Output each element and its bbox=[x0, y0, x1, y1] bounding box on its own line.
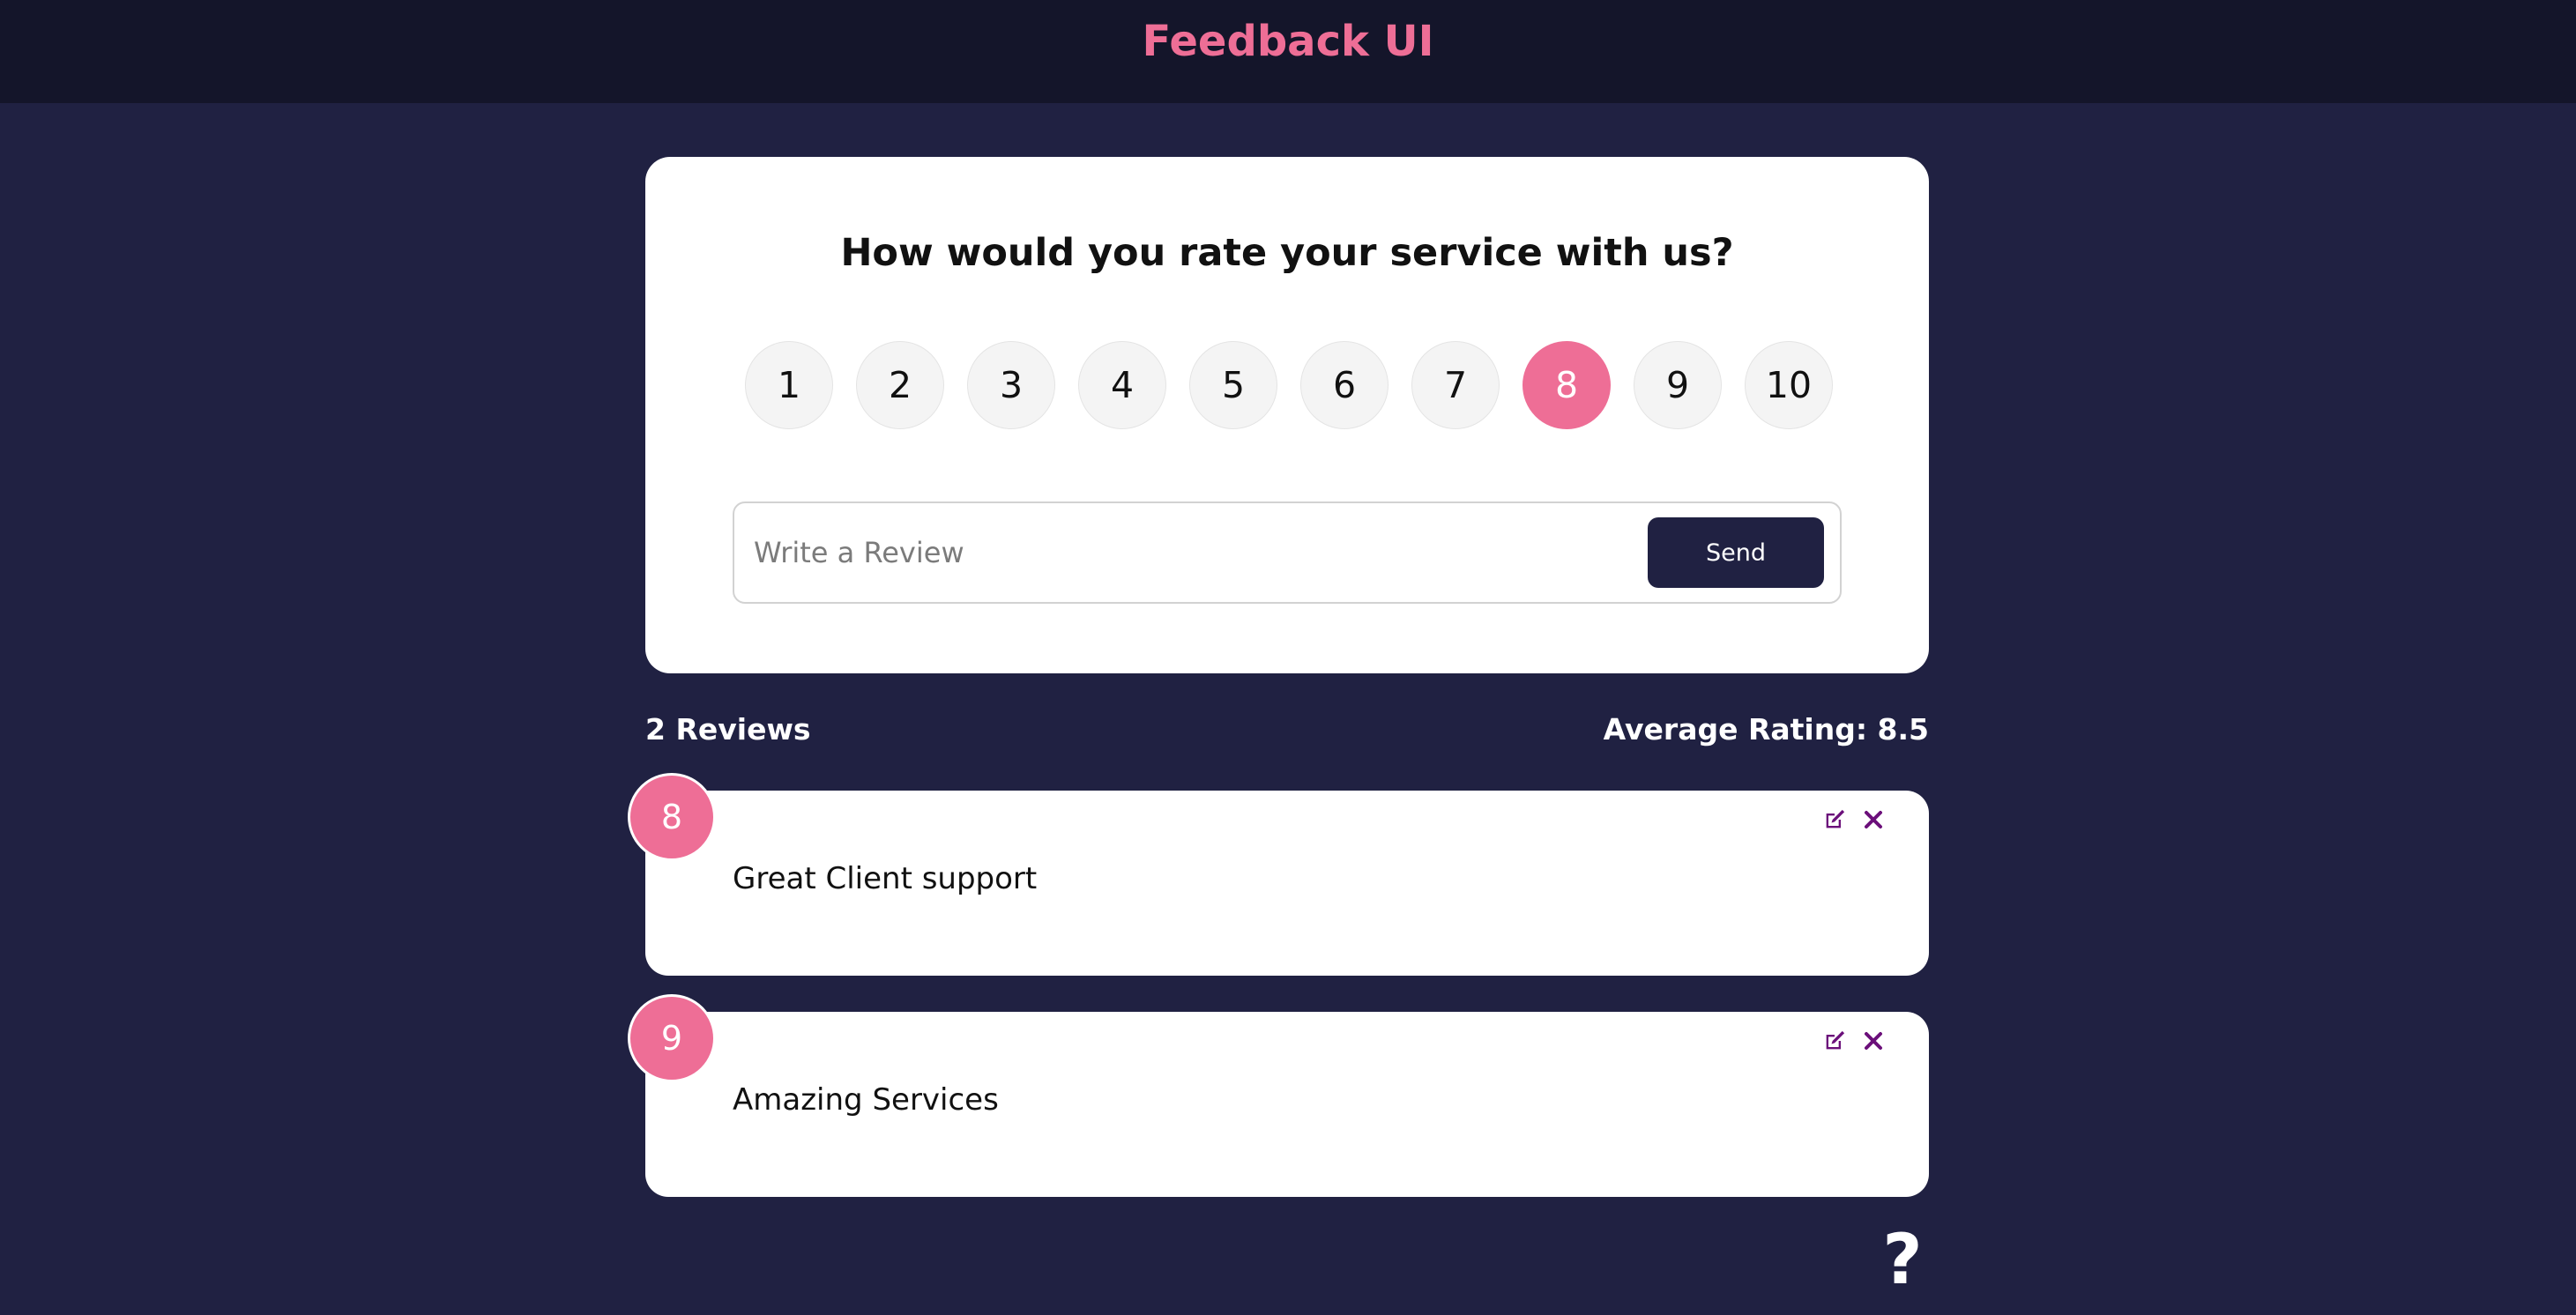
review-rating-badge: 8 bbox=[628, 773, 716, 861]
average-rating: Average Rating: 8.5 bbox=[1603, 712, 1929, 747]
review-card: 8 Great Client support bbox=[628, 773, 1929, 976]
edit-icon[interactable] bbox=[1821, 806, 1848, 833]
review-count: 2 Reviews bbox=[645, 712, 811, 747]
rating-question: How would you rate your service with us? bbox=[840, 231, 1734, 275]
review-stats: 2 Reviews Average Rating: 8.5 bbox=[645, 712, 1929, 747]
review-card: 9 Amazing Services bbox=[628, 994, 1929, 1197]
edit-icon[interactable] bbox=[1821, 1028, 1848, 1054]
send-button[interactable]: Send bbox=[1648, 517, 1824, 588]
rating-option-2[interactable]: 2 bbox=[856, 341, 944, 429]
feedback-form-card: How would you rate your service with us?… bbox=[645, 157, 1929, 673]
rating-option-7[interactable]: 7 bbox=[1411, 341, 1500, 429]
rating-option-6[interactable]: 6 bbox=[1300, 341, 1389, 429]
review-actions bbox=[1821, 1028, 1887, 1054]
close-icon[interactable] bbox=[1860, 1028, 1887, 1054]
review-text: Amazing Services bbox=[733, 1082, 999, 1118]
rating-option-9[interactable]: 9 bbox=[1634, 341, 1722, 429]
review-rating-badge: 9 bbox=[628, 994, 716, 1082]
rating-option-3[interactable]: 3 bbox=[967, 341, 1055, 429]
review-input-group: Send bbox=[733, 501, 1842, 604]
review-actions bbox=[1821, 806, 1887, 833]
question-icon[interactable]: ? bbox=[1880, 1225, 1925, 1296]
close-icon[interactable] bbox=[1860, 806, 1887, 833]
rating-option-1[interactable]: 1 bbox=[745, 341, 833, 429]
review-text: Great Client support bbox=[733, 861, 1038, 896]
rating-option-8[interactable]: 8 bbox=[1523, 341, 1611, 429]
rating-selector: 1 2 3 4 5 6 7 8 9 10 bbox=[745, 341, 1833, 429]
rating-option-5[interactable]: 5 bbox=[1189, 341, 1277, 429]
rating-option-10[interactable]: 10 bbox=[1745, 341, 1833, 429]
app-title: Feedback UI bbox=[1142, 16, 1434, 66]
review-input[interactable] bbox=[752, 526, 1648, 579]
rating-option-4[interactable]: 4 bbox=[1078, 341, 1166, 429]
app-header: Feedback UI bbox=[0, 0, 2576, 103]
